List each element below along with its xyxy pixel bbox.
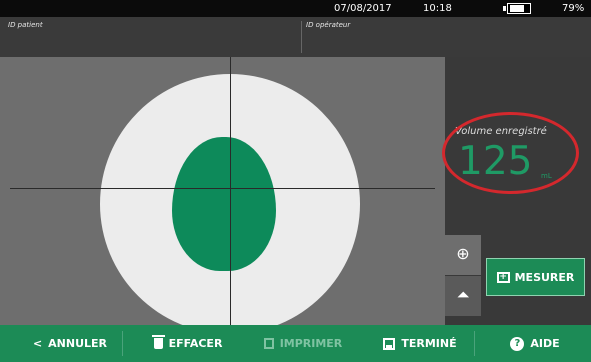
crosshair-vertical: [230, 57, 231, 325]
done-button[interactable]: TERMINÉ: [370, 325, 470, 362]
cancel-button[interactable]: < ANNULER: [20, 325, 120, 362]
trash-icon: [151, 335, 165, 349]
battery-icon: [507, 3, 531, 14]
battery-fill: [510, 5, 524, 12]
id-bar: ID patient ID opérateur: [0, 17, 591, 57]
clear-button[interactable]: EFFACER: [138, 325, 238, 362]
print-icon: [263, 338, 274, 349]
toolbar-divider: [474, 331, 475, 356]
measure-button[interactable]: + MESURER: [486, 258, 585, 296]
back-chevron-icon: <: [32, 337, 43, 350]
print-button[interactable]: IMPRIMER: [248, 325, 358, 362]
clear-label: EFFACER: [168, 337, 223, 350]
crosshair-horizontal: [10, 188, 435, 189]
help-button[interactable]: ? AIDE: [495, 325, 575, 362]
id-divider: [301, 21, 302, 53]
status-bar: 07/08/2017 10:18 79%: [0, 0, 591, 17]
bladder-shape: [172, 137, 276, 271]
status-time: 10:18: [423, 3, 452, 14]
save-icon: [383, 337, 396, 350]
patient-id-field[interactable]: ID patient: [8, 21, 43, 29]
print-label: IMPRIMER: [279, 337, 343, 350]
cancel-label: ANNULER: [48, 337, 108, 350]
scan-cone-icon: ⏶: [456, 285, 470, 304]
battery-cap: [503, 6, 506, 11]
measure-icon: +: [496, 271, 510, 283]
measure-label: MESURER: [514, 270, 575, 284]
highlight-ring: [442, 112, 579, 194]
toolbar-divider: [122, 331, 123, 356]
battery-percent: 79%: [562, 3, 585, 14]
scan-view-tab[interactable]: ⏶: [445, 276, 481, 316]
help-label: AIDE: [530, 337, 560, 350]
help-icon: ?: [510, 336, 525, 351]
scan-view: [0, 57, 445, 334]
done-label: TERMINÉ: [401, 337, 457, 350]
bottom-toolbar: < ANNULER EFFACER IMPRIMER TERMINÉ ? AID…: [0, 325, 591, 362]
crosshair-view-tab[interactable]: ⊕: [445, 235, 481, 275]
status-date: 07/08/2017: [334, 3, 392, 14]
operator-id-field[interactable]: ID opérateur: [306, 21, 350, 29]
crosshair-icon: ⊕: [456, 244, 470, 263]
